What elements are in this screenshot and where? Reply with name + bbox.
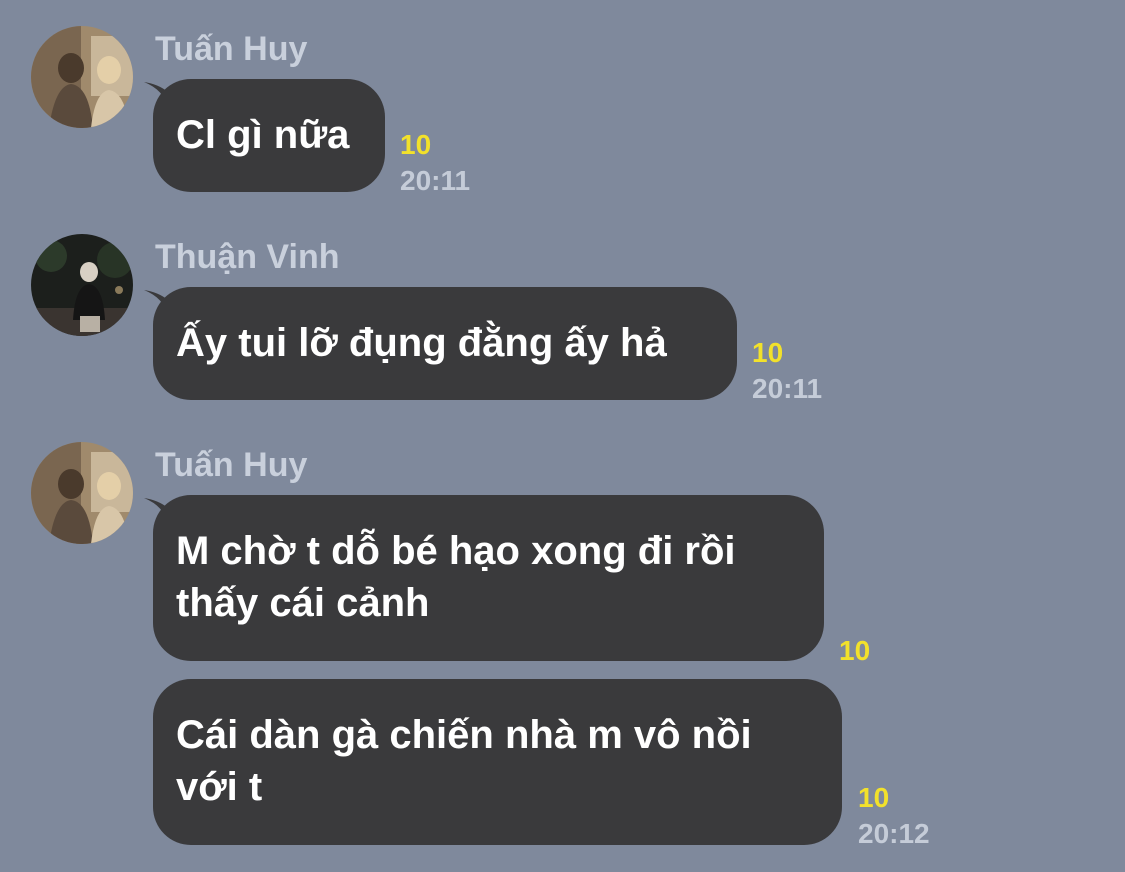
message-bubble[interactable]: Cl gì nữa: [153, 79, 385, 192]
sender-name: Thuận Vinh: [155, 238, 340, 276]
message-bubble[interactable]: Ấy tui lỡ đụng đằng ấy hả: [153, 287, 737, 400]
message-bubble[interactable]: Cái dàn gà chiến nhà m vô nồi với t: [153, 679, 842, 845]
message-text-line: với t: [176, 765, 263, 809]
timestamp: 20:12: [858, 818, 930, 849]
read-count: 10: [400, 129, 432, 160]
timestamp: 20:11: [400, 165, 471, 196]
sender-name: Tuấn Huy: [155, 30, 308, 68]
message-text: Ấy tui lỡ đụng đằng ấy hả: [176, 321, 667, 365]
avatar[interactable]: [31, 234, 133, 336]
read-count: 10: [752, 337, 784, 368]
read-count: 10: [839, 635, 871, 666]
read-count: 10: [858, 782, 890, 813]
sender-name: Tuấn Huy: [155, 446, 308, 484]
message-text: Cl gì nữa: [176, 113, 350, 157]
message-bubble[interactable]: M chờ t dỗ bé hạo xong đi rồi thấy cái c…: [153, 495, 824, 661]
avatar[interactable]: [31, 442, 133, 544]
message-text-line: thấy cái cảnh: [176, 581, 430, 625]
message-text-line: Cái dàn gà chiến nhà m vô nồi: [176, 713, 752, 757]
timestamp: 20:11: [752, 373, 823, 404]
avatar[interactable]: [31, 26, 133, 128]
message-text-line: M chờ t dỗ bé hạo xong đi rồi: [176, 529, 736, 573]
